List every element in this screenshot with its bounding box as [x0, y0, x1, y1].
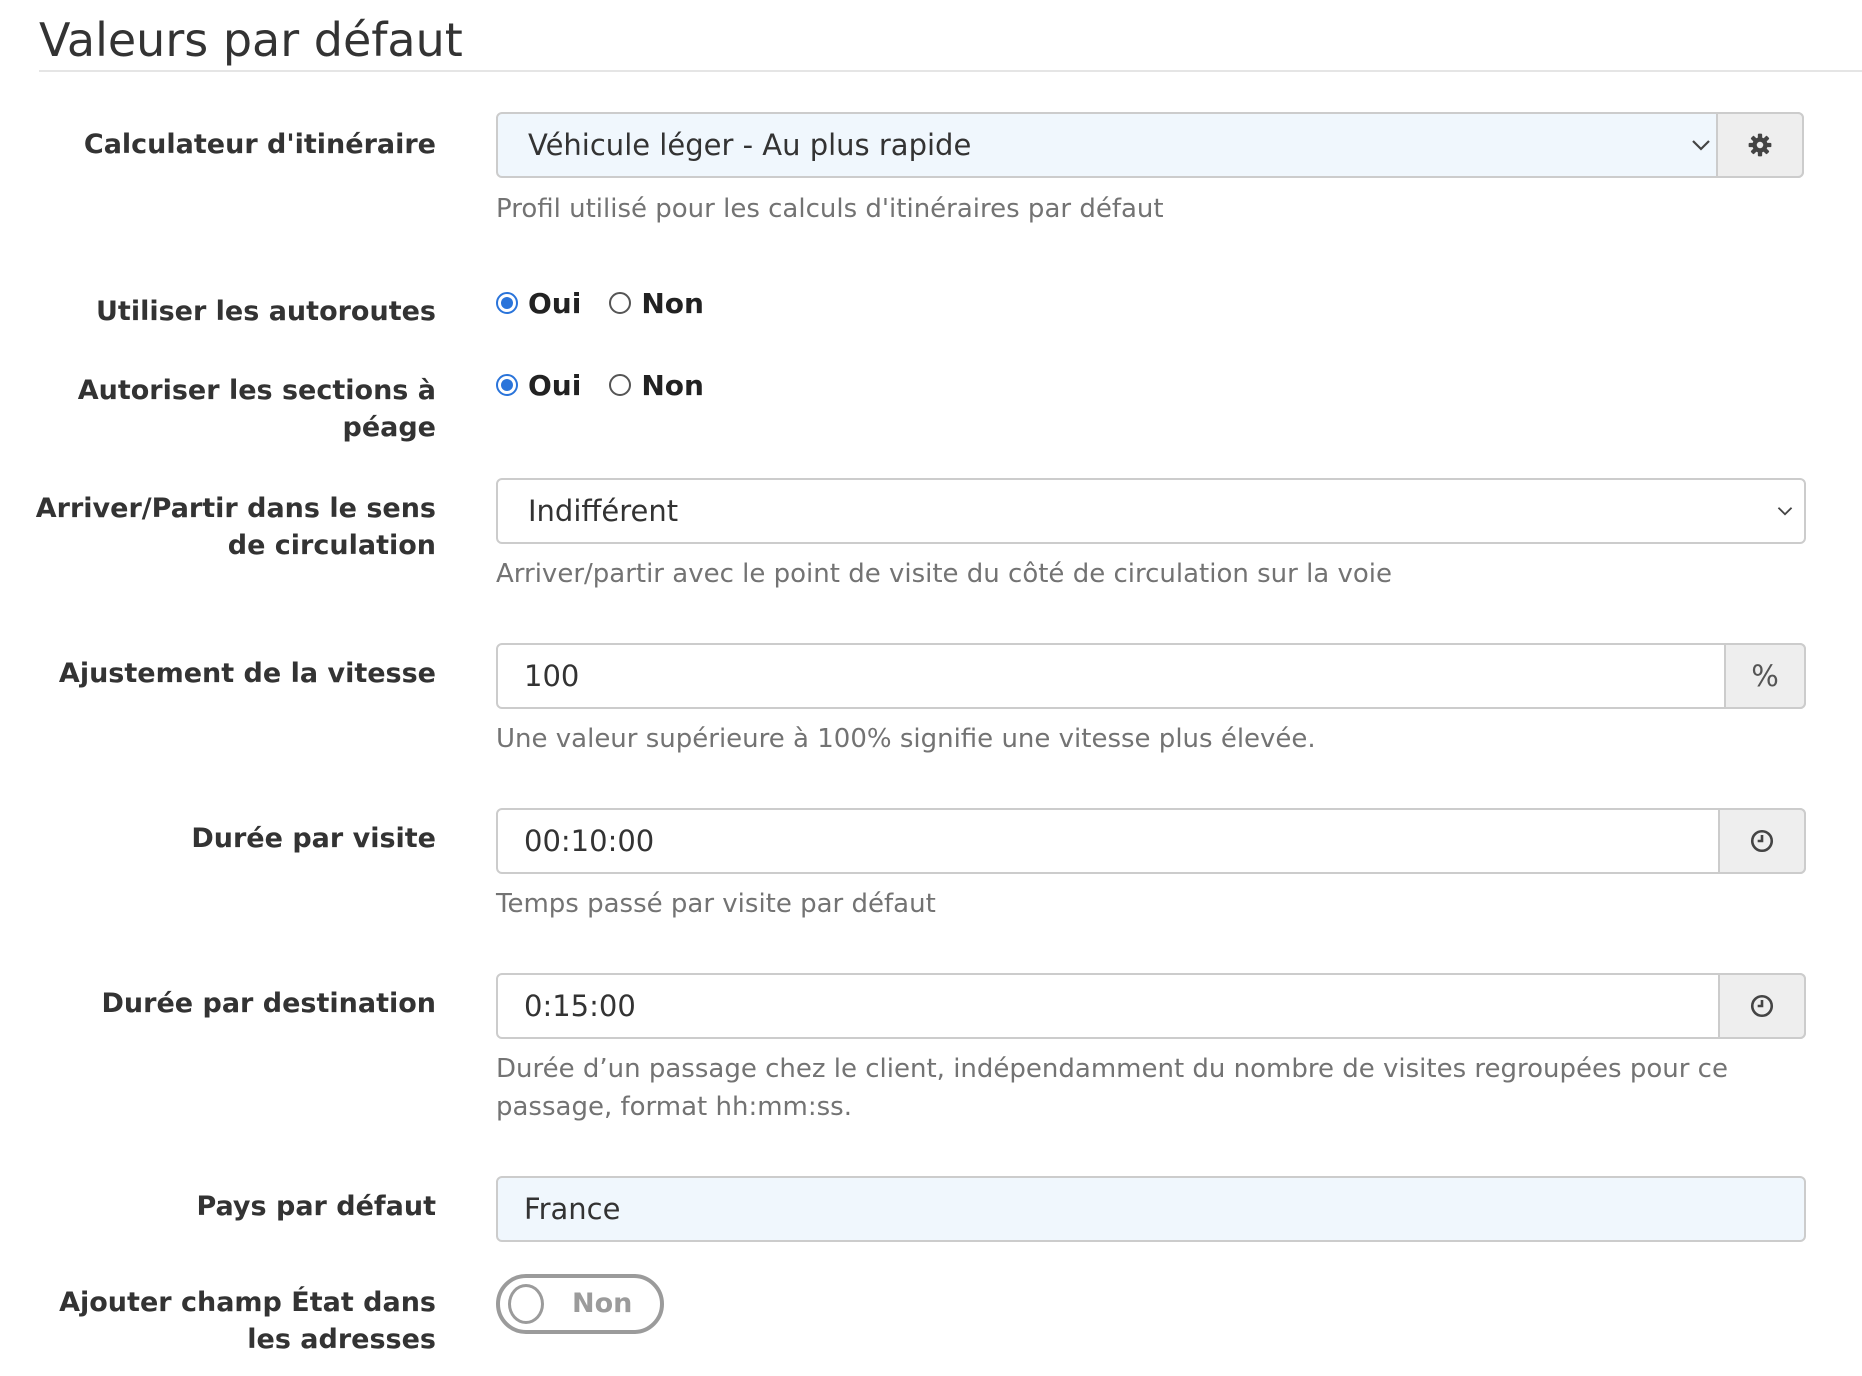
traffic-side-select[interactable]: Indifférent: [496, 478, 1806, 544]
route-calculator-value: Véhicule léger - Au plus rapide: [528, 128, 972, 162]
traffic-side-value: Indifférent: [528, 494, 679, 528]
visit-duration-value: 00:10:00: [524, 824, 655, 858]
state-field-toggle[interactable]: Non: [496, 1274, 664, 1334]
use-highways-radio-group: Oui Non: [496, 283, 732, 323]
destination-duration-help: Durée d’un passage chez le client, indép…: [496, 1054, 1728, 1122]
use-highways-non-label: Non: [641, 286, 704, 320]
radio-selected[interactable]: [496, 292, 518, 314]
traffic-side-label: Arriver/Partir dans le sens de circulati…: [35, 493, 436, 561]
visit-duration-help: Temps passé par visite par défaut: [496, 889, 936, 919]
toggle-state-label: Non: [572, 1288, 633, 1319]
allow-toll-non-option[interactable]: Non: [609, 369, 704, 402]
state-field-row: Ajouter champ État dans les adresses Non: [0, 1274, 1862, 1374]
route-calculator-help: Profil utilisé pour les calculs d'itinér…: [496, 194, 1164, 224]
default-country-label: Pays par défaut: [196, 1191, 436, 1222]
allow-toll-oui-option[interactable]: Oui: [496, 369, 581, 402]
use-highways-label: Utiliser les autoroutes: [95, 296, 436, 327]
visit-duration-label: Durée par visite: [191, 823, 436, 854]
clock-icon: [1750, 829, 1774, 853]
page-title: Valeurs par défaut: [39, 13, 463, 67]
route-calculator-row: Calculateur d'itinéraire Véhicule léger …: [0, 110, 1862, 260]
chevron-down-icon: [1777, 507, 1793, 516]
speed-adjust-label: Ajustement de la vitesse: [58, 658, 436, 689]
gear-icon: [1748, 133, 1772, 157]
traffic-side-row: Arriver/Partir dans le sens de circulati…: [0, 478, 1862, 618]
radio-selected[interactable]: [496, 374, 518, 396]
visit-duration-input[interactable]: 00:10:00: [496, 808, 1806, 874]
toggle-knob: [508, 1284, 544, 1324]
destination-duration-label: Durée par destination: [101, 988, 436, 1019]
visit-duration-clock-button[interactable]: [1718, 808, 1806, 874]
speed-adjust-help: Une valeur supérieure à 100% signifie un…: [496, 724, 1316, 754]
allow-toll-label: Autoriser les sections à péage: [77, 375, 436, 443]
state-field-label: Ajouter champ État dans les adresses: [59, 1287, 436, 1355]
title-divider: [39, 70, 1862, 72]
clock-icon: [1750, 994, 1774, 1018]
percent-unit-label: %: [1751, 659, 1779, 693]
default-country-row: Pays par défaut France: [0, 1176, 1862, 1246]
radio-unselected[interactable]: [609, 292, 632, 314]
allow-toll-radio-group: Oui Non: [496, 365, 732, 405]
use-highways-row: Utiliser les autoroutes Oui Non: [0, 283, 1862, 343]
use-highways-oui-label: Oui: [528, 286, 582, 320]
route-calculator-select[interactable]: Véhicule léger - Au plus rapide: [496, 112, 1804, 178]
speed-adjust-input[interactable]: 100 %: [496, 643, 1806, 709]
speed-adjust-unit: %: [1724, 643, 1806, 709]
route-calculator-settings-button[interactable]: [1716, 112, 1804, 178]
speed-adjust-value: 100: [524, 659, 580, 693]
use-highways-non-option[interactable]: Non: [609, 287, 704, 320]
radio-unselected[interactable]: [609, 374, 632, 396]
visit-duration-row: Durée par visite 00:10:00 Temps passé pa…: [0, 808, 1862, 948]
allow-toll-oui-label: Oui: [528, 368, 582, 402]
default-country-input[interactable]: France: [496, 1176, 1806, 1242]
destination-duration-clock-button[interactable]: [1718, 973, 1806, 1039]
destination-duration-row: Durée par destination 0:15:00 Durée d’un…: [0, 973, 1862, 1153]
use-highways-oui-option[interactable]: Oui: [496, 287, 581, 320]
speed-adjust-row: Ajustement de la vitesse 100 % Une valeu…: [0, 643, 1862, 783]
allow-toll-non-label: Non: [641, 368, 704, 402]
default-country-value: France: [524, 1192, 621, 1226]
destination-duration-value: 0:15:00: [524, 989, 636, 1023]
traffic-side-help: Arriver/partir avec le point de visite d…: [496, 559, 1393, 589]
route-calculator-label: Calculateur d'itinéraire: [83, 129, 436, 160]
allow-toll-row: Autoriser les sections à péage Oui Non: [0, 365, 1862, 455]
chevron-down-icon: [1692, 140, 1710, 151]
destination-duration-input[interactable]: 0:15:00: [496, 973, 1806, 1039]
